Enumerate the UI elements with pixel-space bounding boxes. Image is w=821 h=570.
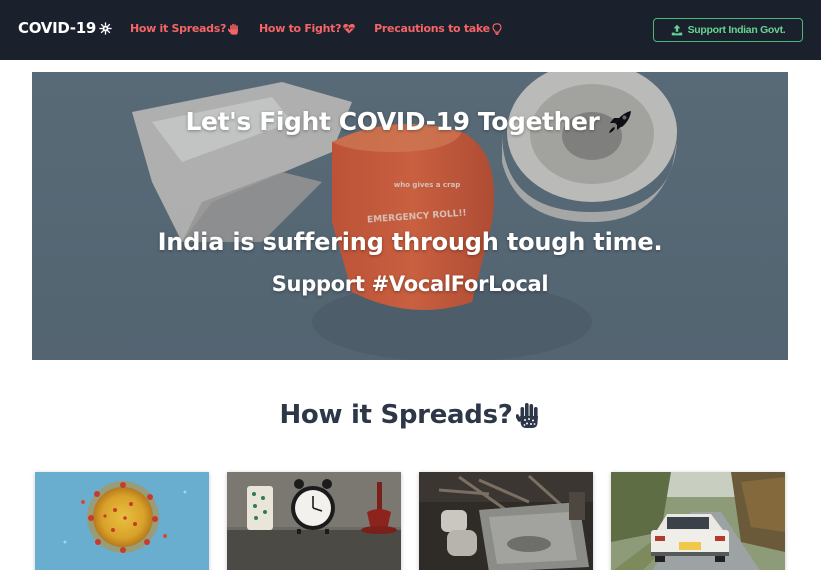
upload-icon	[671, 24, 682, 36]
support-indian-govt-button[interactable]: Support Indian Govt.	[653, 18, 803, 42]
top-navbar: COVID-19 How it Spreads? How to Fight? P…	[0, 0, 821, 60]
nav-link-label: How to Fight?	[259, 22, 342, 35]
alarm-clock-table-image	[227, 472, 401, 570]
spread-card[interactable]	[227, 472, 401, 570]
nav-link-how-to-fight[interactable]: How to Fight?	[259, 22, 355, 35]
spread-card[interactable]	[35, 472, 209, 570]
brand-text: COVID-19	[18, 19, 96, 37]
hero-title-text: Let's Fight COVID-19 Together	[185, 107, 600, 136]
kitchen-sink-dishes-image	[419, 472, 593, 570]
section-title: How it Spreads?	[0, 400, 821, 430]
rocket-icon	[609, 110, 632, 133]
spread-card[interactable]	[611, 472, 785, 570]
lightbulb-icon	[492, 22, 502, 35]
coronavirus-microscope-image	[35, 472, 209, 570]
support-button-label: Support Indian Govt.	[687, 24, 786, 36]
virus-icon	[99, 21, 112, 35]
vintage-car-road-image	[611, 472, 785, 570]
hero-banner: who gives a crap EMERGENCY ROLL!! Let's …	[32, 72, 788, 360]
nav-link-how-it-spreads[interactable]: How it Spreads?	[130, 22, 240, 35]
section-title-text: How it Spreads?	[279, 400, 513, 430]
hero-title: Let's Fight COVID-19 Together	[32, 107, 788, 136]
hero-subtitle: India is suffering through tough time.	[157, 228, 663, 256]
heartbeat-icon	[343, 23, 355, 34]
hand-dots-icon	[515, 403, 538, 428]
nav-link-label: Precautions to take	[374, 22, 490, 35]
hand-icon	[228, 23, 239, 35]
hero-tagline: Support #VocalForLocal	[271, 272, 549, 296]
spread-card[interactable]	[419, 472, 593, 570]
brand-logo[interactable]: COVID-19	[18, 19, 112, 37]
nav-links: How it Spreads? How to Fight? Precaution…	[130, 22, 521, 35]
nav-link-precautions[interactable]: Precautions to take	[374, 22, 502, 35]
nav-link-label: How it Spreads?	[130, 22, 227, 35]
